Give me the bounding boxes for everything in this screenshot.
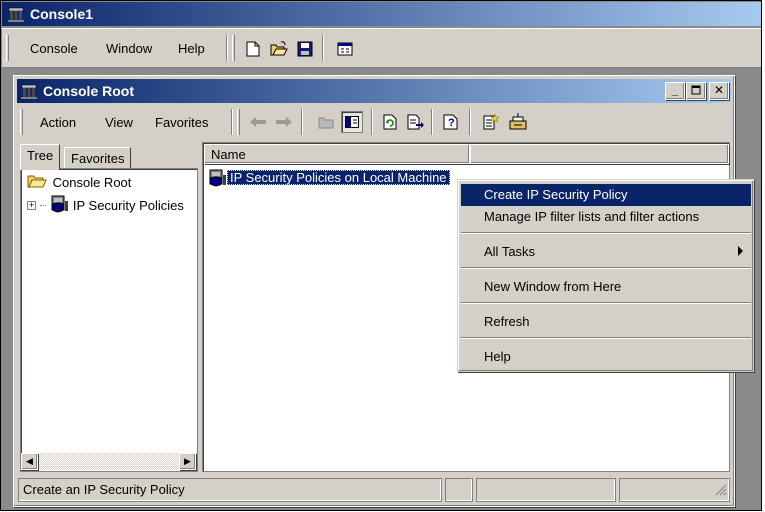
console-title-bar[interactable]: Console1 [2, 2, 761, 26]
status-bar: Create an IP Security Policy [18, 478, 732, 502]
svg-text:?: ? [448, 117, 455, 129]
menu-item-new-window-from-here[interactable]: New Window from Here [461, 276, 751, 298]
close-icon: ✕ [713, 83, 725, 97]
scroll-right-button[interactable]: ▶ [179, 453, 196, 470]
mmc-console-icon [8, 6, 24, 25]
toolbar-separator [226, 35, 228, 61]
menu-action[interactable]: Action [34, 113, 82, 132]
menu-item-help[interactable]: Help [461, 346, 751, 368]
arrow-right-icon: ▶ [184, 456, 191, 466]
minimize-icon: _ [671, 83, 679, 97]
folder-icon [27, 173, 47, 192]
show-hide-tree-icon[interactable] [341, 111, 363, 133]
open-folder-icon[interactable] [268, 38, 290, 60]
toolbar-separator [301, 109, 303, 135]
menu-view[interactable]: View [99, 113, 139, 132]
menu-console[interactable]: Console [24, 39, 84, 58]
manage-filters-icon[interactable] [507, 111, 529, 133]
toolbar-separator [431, 109, 433, 135]
menu-item-create-ip-security-policy[interactable]: Create IP Security Policy [461, 184, 751, 206]
toolbar-grip[interactable] [232, 35, 235, 61]
console-root-toolbar: Action View Favorites ? [17, 106, 731, 138]
menu-item-all-tasks[interactable]: All Tasks [461, 241, 751, 263]
status-text: Create an IP Security Policy [18, 478, 442, 502]
forward-arrow-icon[interactable] [273, 111, 295, 133]
scroll-left-button[interactable]: ◀ [21, 453, 38, 470]
security-policy-icon [49, 195, 69, 216]
context-menu: Create IP Security Policy Manage IP filt… [457, 179, 754, 372]
arrow-left-icon: ◀ [26, 456, 33, 466]
console-root-title-bar[interactable]: Console Root _ ✕ [17, 79, 731, 103]
toolbar-grip[interactable] [237, 109, 240, 135]
menu-separator [461, 232, 751, 234]
menu-separator [461, 302, 751, 304]
back-arrow-icon[interactable] [247, 111, 269, 133]
create-policy-icon[interactable] [479, 111, 501, 133]
save-icon[interactable] [294, 38, 316, 60]
menu-item-refresh[interactable]: Refresh [461, 311, 751, 333]
column-header-blank[interactable] [470, 144, 729, 164]
tab-tree[interactable]: Tree [20, 144, 61, 170]
resize-grip-icon[interactable] [715, 484, 727, 499]
expand-plus-icon[interactable]: + [27, 201, 36, 210]
status-panel [476, 478, 616, 502]
menu-favorites[interactable]: Favorites [149, 113, 214, 132]
new-document-icon[interactable] [242, 38, 264, 60]
toolbar-separator [469, 109, 471, 135]
tree-connector [39, 205, 46, 206]
tree-pane[interactable]: Console Root + IP Security Policies ◀ ▶ [20, 168, 198, 472]
menubar-grip[interactable] [20, 109, 23, 135]
console-menu-toolbar: Console Window Help [2, 28, 761, 68]
console-root-title: Console Root [43, 83, 134, 99]
toolbar-separator [371, 109, 373, 135]
export-list-icon[interactable] [405, 111, 427, 133]
tree-item-console-root[interactable]: Console Root [27, 173, 134, 192]
menu-separator [461, 337, 751, 339]
minimize-button[interactable]: _ [665, 82, 685, 100]
menu-help[interactable]: Help [172, 39, 211, 58]
status-panel [445, 478, 473, 502]
tree-item-label: Console Root [50, 175, 134, 190]
menu-separator [461, 267, 751, 269]
tree-item-ip-security-policies[interactable]: + IP Security Policies [27, 195, 184, 216]
console-title: Console1 [30, 6, 94, 22]
menu-item-manage-ip-filter-lists[interactable]: Manage IP filter lists and filter action… [461, 206, 751, 228]
status-panel [619, 478, 730, 502]
tree-item-label: IP Security Policies [72, 198, 184, 213]
toolbar-separator [322, 35, 324, 61]
refresh-icon[interactable] [379, 111, 401, 133]
mmc-console-icon [21, 83, 37, 102]
column-header-name[interactable]: Name [204, 144, 470, 164]
menubar-grip[interactable] [6, 35, 9, 61]
properties-icon[interactable] [334, 38, 356, 60]
up-level-icon[interactable] [315, 111, 337, 133]
list-item-label: IP Security Policies on Local Machine [227, 170, 450, 185]
toolbar-separator [231, 109, 233, 135]
security-policy-icon [207, 169, 227, 190]
tree-horizontal-scrollbar[interactable]: ◀ ▶ [21, 453, 197, 470]
submenu-arrow-icon [738, 246, 743, 256]
close-button[interactable]: ✕ [709, 82, 729, 100]
menu-window[interactable]: Window [100, 39, 158, 58]
restore-icon [691, 84, 701, 98]
restore-button[interactable] [686, 82, 706, 100]
help-icon[interactable]: ? [441, 111, 463, 133]
